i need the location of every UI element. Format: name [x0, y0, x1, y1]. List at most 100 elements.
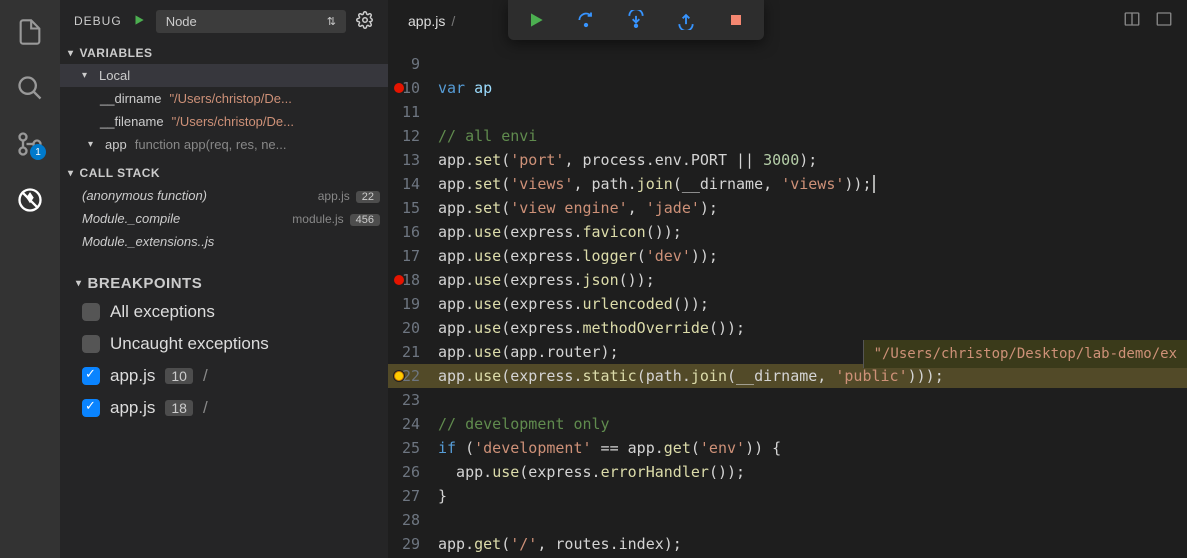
- code-line[interactable]: 16app.use(express.favicon());: [388, 220, 1187, 244]
- callstack-row[interactable]: Module._extensions..js: [60, 230, 388, 253]
- scope-local[interactable]: ▾Local: [60, 64, 388, 87]
- code-line[interactable]: 28: [388, 508, 1187, 532]
- code-line[interactable]: 26 app.use(express.errorHandler());: [388, 460, 1187, 484]
- checkbox-icon[interactable]: [82, 303, 100, 321]
- activity-bar: 1: [0, 0, 60, 558]
- step-out-icon[interactable]: [676, 10, 696, 30]
- more-icon[interactable]: [1155, 10, 1173, 31]
- code-line[interactable]: 19app.use(express.urlencoded());: [388, 292, 1187, 316]
- code-line[interactable]: 25if ('development' == app.get('env')) {: [388, 436, 1187, 460]
- variable-row[interactable]: ▾appfunction app(req, res, ne...: [60, 133, 388, 156]
- step-into-icon[interactable]: [626, 10, 646, 30]
- callstack-line: 456: [350, 214, 380, 226]
- code-line[interactable]: 29app.get('/', routes.index);: [388, 532, 1187, 556]
- line-number: 22: [388, 364, 438, 388]
- variable-value: "/Users/christop/De...: [169, 91, 291, 106]
- code-text: app.set('port', process.env.PORT || 3000…: [438, 148, 817, 172]
- callstack-row[interactable]: (anonymous function)app.js22: [60, 184, 388, 207]
- line-number: 18: [388, 268, 438, 292]
- code-text: app.set('view engine', 'jade');: [438, 196, 718, 220]
- debug-config-label: Node: [166, 14, 197, 29]
- code-line[interactable]: 14app.set('views', path.join(__dirname, …: [388, 172, 1187, 196]
- start-debug-icon[interactable]: [132, 13, 146, 30]
- debug-icon[interactable]: [16, 186, 44, 214]
- line-number: 24: [388, 412, 438, 436]
- editor-actions: [1123, 10, 1173, 31]
- breakpoint-row[interactable]: All exceptions: [60, 296, 388, 328]
- code-line[interactable]: 10var ap: [388, 76, 1187, 100]
- code-line[interactable]: 13app.set('port', process.env.PORT || 30…: [388, 148, 1187, 172]
- split-editor-icon[interactable]: [1123, 10, 1141, 31]
- section-callstack[interactable]: ▾CALL STACK: [60, 162, 388, 184]
- line-number: 26: [388, 460, 438, 484]
- callstack-line: 22: [356, 191, 380, 203]
- variable-row[interactable]: __filename "/Users/christop/De...: [60, 110, 388, 133]
- tab-appjs[interactable]: app.js: [408, 13, 445, 29]
- variable-row[interactable]: __dirname"/Users/christop/De...: [60, 87, 388, 110]
- debug-title: DEBUG: [74, 14, 122, 28]
- code-line[interactable]: 9: [388, 52, 1187, 76]
- code-line[interactable]: 24// development only: [388, 412, 1187, 436]
- line-number: 27: [388, 484, 438, 508]
- checkbox-icon[interactable]: [82, 335, 100, 353]
- breakpoint-dot-icon[interactable]: [394, 83, 404, 93]
- callstack-file: module.js: [292, 212, 343, 226]
- code-line[interactable]: 20app.use(express.methodOverride());: [388, 316, 1187, 340]
- chevron-down-icon: ▾: [68, 48, 74, 59]
- variable-value: "/Users/christop/De...: [172, 114, 294, 129]
- continue-icon[interactable]: [526, 10, 546, 30]
- code-line[interactable]: 21app.use(app.router);"/Users/christop/D…: [388, 340, 1187, 364]
- section-breakpoints[interactable]: ▾BREAKPOINTS: [60, 271, 388, 296]
- variable-name: __filename: [100, 114, 164, 129]
- chevron-down-icon: ▾: [68, 168, 74, 179]
- code-text: app.set('views', path.join(__dirname, 'v…: [438, 172, 875, 196]
- breakpoint-row[interactable]: Uncaught exceptions: [60, 328, 388, 360]
- line-number: 12: [388, 124, 438, 148]
- checkbox-icon[interactable]: [82, 367, 100, 385]
- line-number: 11: [388, 100, 438, 124]
- code-text: var ap: [438, 76, 492, 100]
- code-line[interactable]: 12// all envi: [388, 124, 1187, 148]
- breakpoint-row[interactable]: app.js18/: [60, 392, 388, 424]
- code-line[interactable]: 11: [388, 100, 1187, 124]
- code-line[interactable]: 27}: [388, 484, 1187, 508]
- line-number: 14: [388, 172, 438, 196]
- chevron-down-icon: ▾: [82, 70, 87, 81]
- callstack-name: Module._extensions..js: [82, 234, 214, 249]
- code-text: // all envi: [438, 124, 537, 148]
- search-icon[interactable]: [16, 74, 44, 102]
- debug-sidebar: DEBUG Node ⇅ ▾VARIABLES ▾Local __dirname…: [60, 0, 388, 558]
- debug-toolbar[interactable]: [508, 0, 764, 40]
- code-editor[interactable]: 910var ap1112// all envi13app.set('port'…: [388, 42, 1187, 558]
- breakpoint-row[interactable]: app.js10/: [60, 360, 388, 392]
- explorer-icon[interactable]: [16, 18, 44, 46]
- gear-icon[interactable]: [356, 11, 374, 32]
- chevron-updown-icon: ⇅: [327, 15, 336, 28]
- line-number: 13: [388, 148, 438, 172]
- breakpoint-dot-icon[interactable]: [394, 275, 404, 285]
- code-text: app.use(express.methodOverride());: [438, 316, 745, 340]
- section-variables[interactable]: ▾VARIABLES: [60, 42, 388, 64]
- code-line[interactable]: 15app.set('view engine', 'jade');: [388, 196, 1187, 220]
- line-number: 23: [388, 388, 438, 412]
- line-number: 29: [388, 532, 438, 556]
- code-line[interactable]: 18app.use(express.json());: [388, 268, 1187, 292]
- breakpoint-label: All exceptions: [110, 302, 215, 322]
- stop-icon[interactable]: [726, 10, 746, 30]
- inline-value-hint: "/Users/christop/Desktop/lab-demo/ex: [863, 340, 1187, 368]
- line-number: 28: [388, 508, 438, 532]
- line-number: 16: [388, 220, 438, 244]
- code-text: }: [438, 484, 447, 508]
- code-text: app.use(app.router);: [438, 340, 619, 364]
- code-line[interactable]: 23: [388, 388, 1187, 412]
- callstack-name: Module._compile: [82, 211, 180, 226]
- step-over-icon[interactable]: [576, 10, 596, 30]
- debug-config-select[interactable]: Node ⇅: [156, 10, 346, 33]
- callstack-row[interactable]: Module._compile module.js 456: [60, 207, 388, 230]
- line-number: 25: [388, 436, 438, 460]
- checkbox-icon[interactable]: [82, 399, 100, 417]
- source-control-icon[interactable]: 1: [16, 130, 44, 158]
- breakpoint-dot-icon[interactable]: [394, 371, 404, 381]
- code-line[interactable]: 17app.use(express.logger('dev'));: [388, 244, 1187, 268]
- code-text: // development only: [438, 412, 610, 436]
